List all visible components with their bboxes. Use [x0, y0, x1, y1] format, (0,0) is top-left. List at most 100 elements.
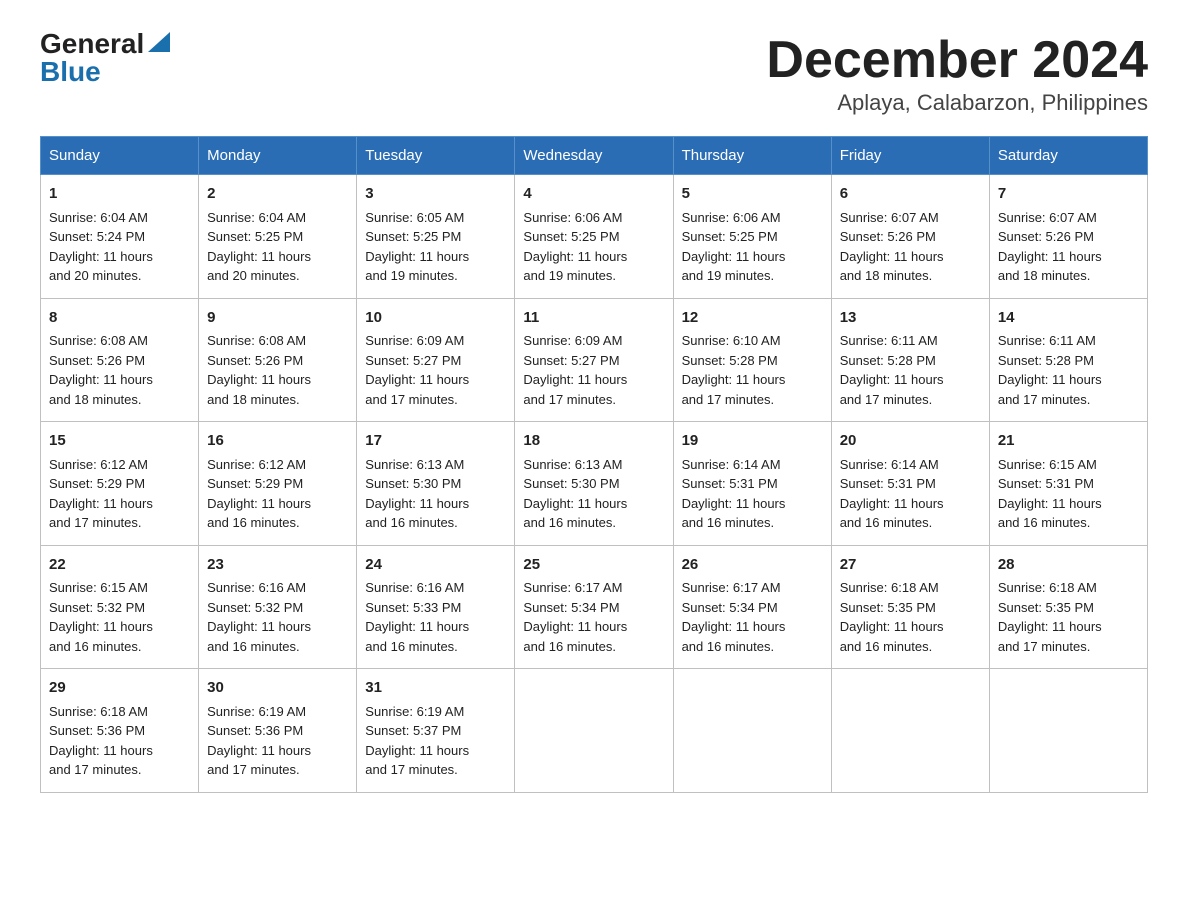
day-daylight-and: and 18 minutes. — [207, 392, 300, 407]
day-daylight: Daylight: 11 hours — [840, 496, 944, 511]
day-daylight-and: and 16 minutes. — [523, 639, 616, 654]
day-sunset: Sunset: 5:26 PM — [49, 353, 145, 368]
day-sunrise: Sunrise: 6:11 AM — [840, 333, 938, 348]
table-row: 1 Sunrise: 6:04 AM Sunset: 5:24 PM Dayli… — [41, 175, 199, 299]
day-daylight-and: and 16 minutes. — [682, 639, 775, 654]
day-sunrise: Sunrise: 6:07 AM — [998, 210, 1097, 225]
day-daylight: Daylight: 11 hours — [49, 249, 153, 264]
day-daylight: Daylight: 11 hours — [682, 496, 786, 511]
day-sunset: Sunset: 5:36 PM — [49, 723, 145, 738]
day-number: 7 — [998, 183, 1139, 206]
day-number: 20 — [840, 430, 981, 453]
day-sunrise: Sunrise: 6:15 AM — [998, 457, 1097, 472]
day-sunset: Sunset: 5:36 PM — [207, 723, 303, 738]
table-row: 4 Sunrise: 6:06 AM Sunset: 5:25 PM Dayli… — [515, 175, 673, 299]
day-sunset: Sunset: 5:31 PM — [682, 476, 778, 491]
day-sunset: Sunset: 5:32 PM — [49, 600, 145, 615]
title-block: December 2024 Aplaya, Calabarzon, Philip… — [766, 30, 1148, 116]
logo: General Blue — [40, 30, 170, 86]
day-sunrise: Sunrise: 6:05 AM — [365, 210, 464, 225]
day-daylight-and: and 16 minutes. — [207, 639, 300, 654]
day-sunset: Sunset: 5:30 PM — [365, 476, 461, 491]
day-number: 9 — [207, 307, 348, 330]
day-number: 6 — [840, 183, 981, 206]
day-number: 25 — [523, 554, 664, 577]
day-number: 4 — [523, 183, 664, 206]
day-daylight: Daylight: 11 hours — [523, 372, 627, 387]
day-sunset: Sunset: 5:34 PM — [682, 600, 778, 615]
day-daylight: Daylight: 11 hours — [998, 249, 1102, 264]
table-row: 27 Sunrise: 6:18 AM Sunset: 5:35 PM Dayl… — [831, 545, 989, 669]
table-row: 14 Sunrise: 6:11 AM Sunset: 5:28 PM Dayl… — [989, 298, 1147, 422]
day-daylight: Daylight: 11 hours — [365, 372, 469, 387]
table-row: 10 Sunrise: 6:09 AM Sunset: 5:27 PM Dayl… — [357, 298, 515, 422]
day-number: 13 — [840, 307, 981, 330]
day-sunset: Sunset: 5:30 PM — [523, 476, 619, 491]
day-sunrise: Sunrise: 6:16 AM — [365, 580, 464, 595]
table-row: 11 Sunrise: 6:09 AM Sunset: 5:27 PM Dayl… — [515, 298, 673, 422]
table-row: 17 Sunrise: 6:13 AM Sunset: 5:30 PM Dayl… — [357, 422, 515, 546]
day-sunset: Sunset: 5:25 PM — [365, 229, 461, 244]
calendar-header-row: Sunday Monday Tuesday Wednesday Thursday… — [41, 137, 1148, 175]
page-header: General Blue December 2024 Aplaya, Calab… — [40, 30, 1148, 116]
table-row — [989, 669, 1147, 793]
day-daylight: Daylight: 11 hours — [365, 619, 469, 634]
day-daylight: Daylight: 11 hours — [998, 372, 1102, 387]
day-daylight: Daylight: 11 hours — [207, 619, 311, 634]
table-row: 20 Sunrise: 6:14 AM Sunset: 5:31 PM Dayl… — [831, 422, 989, 546]
day-sunrise: Sunrise: 6:19 AM — [207, 704, 306, 719]
day-number: 23 — [207, 554, 348, 577]
calendar-week-row: 22 Sunrise: 6:15 AM Sunset: 5:32 PM Dayl… — [41, 545, 1148, 669]
day-daylight: Daylight: 11 hours — [682, 249, 786, 264]
day-daylight: Daylight: 11 hours — [840, 372, 944, 387]
day-sunset: Sunset: 5:29 PM — [49, 476, 145, 491]
table-row: 16 Sunrise: 6:12 AM Sunset: 5:29 PM Dayl… — [199, 422, 357, 546]
day-number: 10 — [365, 307, 506, 330]
day-sunrise: Sunrise: 6:04 AM — [207, 210, 306, 225]
day-sunset: Sunset: 5:25 PM — [682, 229, 778, 244]
day-daylight-and: and 16 minutes. — [365, 515, 458, 530]
day-number: 22 — [49, 554, 190, 577]
day-sunrise: Sunrise: 6:10 AM — [682, 333, 781, 348]
day-daylight-and: and 20 minutes. — [49, 268, 142, 283]
day-sunrise: Sunrise: 6:08 AM — [49, 333, 148, 348]
day-sunrise: Sunrise: 6:18 AM — [840, 580, 939, 595]
header-sunday: Sunday — [41, 137, 199, 175]
table-row: 13 Sunrise: 6:11 AM Sunset: 5:28 PM Dayl… — [831, 298, 989, 422]
day-sunrise: Sunrise: 6:14 AM — [682, 457, 781, 472]
day-number: 21 — [998, 430, 1139, 453]
day-sunset: Sunset: 5:24 PM — [49, 229, 145, 244]
day-daylight-and: and 17 minutes. — [365, 762, 458, 777]
day-daylight: Daylight: 11 hours — [840, 619, 944, 634]
table-row: 18 Sunrise: 6:13 AM Sunset: 5:30 PM Dayl… — [515, 422, 673, 546]
day-sunset: Sunset: 5:32 PM — [207, 600, 303, 615]
day-sunrise: Sunrise: 6:13 AM — [365, 457, 464, 472]
day-daylight-and: and 16 minutes. — [840, 639, 933, 654]
calendar-week-row: 29 Sunrise: 6:18 AM Sunset: 5:36 PM Dayl… — [41, 669, 1148, 793]
day-sunrise: Sunrise: 6:11 AM — [998, 333, 1096, 348]
day-daylight-and: and 19 minutes. — [682, 268, 775, 283]
day-number: 12 — [682, 307, 823, 330]
table-row — [673, 669, 831, 793]
calendar-week-row: 8 Sunrise: 6:08 AM Sunset: 5:26 PM Dayli… — [41, 298, 1148, 422]
day-sunset: Sunset: 5:33 PM — [365, 600, 461, 615]
day-daylight-and: and 20 minutes. — [207, 268, 300, 283]
day-daylight-and: and 18 minutes. — [998, 268, 1091, 283]
table-row: 25 Sunrise: 6:17 AM Sunset: 5:34 PM Dayl… — [515, 545, 673, 669]
day-sunset: Sunset: 5:29 PM — [207, 476, 303, 491]
day-daylight: Daylight: 11 hours — [207, 372, 311, 387]
day-number: 31 — [365, 677, 506, 700]
day-daylight-and: and 16 minutes. — [682, 515, 775, 530]
day-daylight-and: and 17 minutes. — [682, 392, 775, 407]
header-thursday: Thursday — [673, 137, 831, 175]
day-sunrise: Sunrise: 6:18 AM — [49, 704, 148, 719]
day-sunrise: Sunrise: 6:08 AM — [207, 333, 306, 348]
day-sunset: Sunset: 5:27 PM — [365, 353, 461, 368]
day-daylight-and: and 17 minutes. — [840, 392, 933, 407]
day-daylight: Daylight: 11 hours — [682, 619, 786, 634]
day-daylight: Daylight: 11 hours — [523, 496, 627, 511]
table-row: 7 Sunrise: 6:07 AM Sunset: 5:26 PM Dayli… — [989, 175, 1147, 299]
day-number: 5 — [682, 183, 823, 206]
day-number: 2 — [207, 183, 348, 206]
day-sunrise: Sunrise: 6:15 AM — [49, 580, 148, 595]
